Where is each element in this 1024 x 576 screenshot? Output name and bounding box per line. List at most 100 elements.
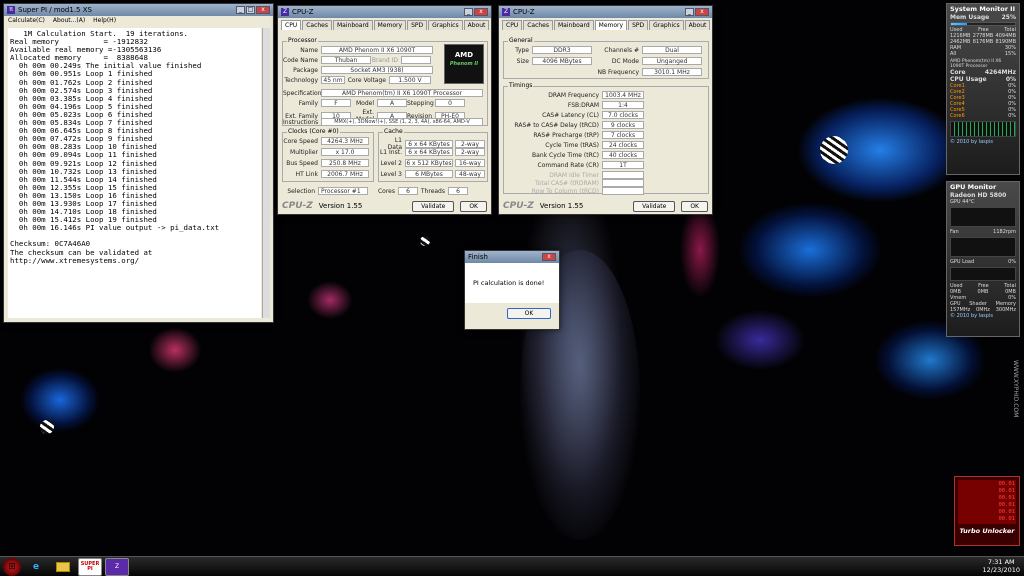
menu-calculate[interactable]: Calculate(C) xyxy=(8,17,45,24)
dram-frequency-value: 1003.4 MHz xyxy=(602,91,644,99)
cpuz-logo: CPU-Z xyxy=(503,201,534,211)
menu-about[interactable]: About...(A) xyxy=(53,17,85,24)
taskbar: ⊞ e SUPER PI Z 7:31 AM 12/23/2010 xyxy=(0,556,1024,576)
tab-graphics[interactable]: Graphics xyxy=(428,20,463,30)
wallpaper-striped-ball-small xyxy=(40,420,54,434)
mem-usage-bar xyxy=(950,22,1016,26)
turbo-unlocker-gadget[interactable]: 00.01 00.01 00.01 00.01 00.01 00.01 Turbo Unl… xyxy=(954,476,1020,546)
minimize-button[interactable]: _ xyxy=(464,8,473,16)
tab-caches[interactable]: Caches xyxy=(302,20,332,30)
superpi-app-icon: π xyxy=(7,6,15,14)
tab-mainboard[interactable]: Mainboard xyxy=(554,20,594,30)
close-button[interactable]: x xyxy=(474,8,488,16)
turbo-unlocker-label: Turbo Unlocker xyxy=(959,527,1015,535)
superpi-output-console[interactable]: 1M Calculation Start. 19 iterations. Rea… xyxy=(8,28,261,318)
specification-value: AMD Phenom(tm) II X6 1090T Processor xyxy=(321,89,483,97)
ok-button[interactable]: OK xyxy=(460,200,487,212)
cache-group: Cache L1 Data 6 x 64 KBytes 2-way L1 Inst.… xyxy=(378,128,488,182)
cpuz-icon[interactable]: Z xyxy=(105,557,129,576)
close-button[interactable]: x xyxy=(542,253,556,261)
system-monitor-gadget[interactable]: System Monitor II Mem Usage 25% Used Free T… xyxy=(946,3,1020,175)
tab-memory[interactable]: Memory xyxy=(594,20,628,30)
bus-speed-value: 250.8 MHz xyxy=(321,159,369,167)
close-button[interactable]: x xyxy=(695,8,709,16)
instructions-value: MMX(+), 3DNow!(+), SSE (1, 2, 3, 4A), x8… xyxy=(321,118,483,126)
general-group: General Type DDR3 Channels # Dual Size 4096 … xyxy=(503,37,709,79)
vmem-graph xyxy=(950,267,1016,281)
processor-selection-dropdown[interactable]: Processor #1 xyxy=(318,187,368,195)
fan-graph xyxy=(950,207,1016,227)
wallpaper-striped-ball-small xyxy=(420,236,430,246)
gpu-load-graph xyxy=(950,237,1016,257)
gpu-name: Radeon HD 5800 xyxy=(950,192,1007,199)
menu-help[interactable]: Help(H) xyxy=(93,17,116,24)
wallpaper-side-text: WWW.XYPHID.COM xyxy=(1012,360,1019,418)
memory-size-value: 4096 MBytes xyxy=(532,57,592,65)
tab-spd[interactable]: SPD xyxy=(628,20,649,30)
system-clock[interactable]: 7:31 AM 12/23/2010 xyxy=(983,558,1020,574)
cpuz-logo: CPU-Z xyxy=(282,201,313,211)
cpu-name-value: AMD Phenom II X6 1090T xyxy=(321,46,433,54)
gpu-monitor-gadget[interactable]: GPU Monitor Radeon HD 5800 GPU 44°C Fan 1… xyxy=(946,181,1020,337)
cpuz-cpu-window[interactable]: Z CPU-Z _ x CPU Caches Mainboard Memory S… xyxy=(277,5,492,215)
mem-usage-value: 25% xyxy=(1001,14,1016,21)
gpumon-title: GPU Monitor xyxy=(950,183,997,191)
superpi-title: Super PI / mod1.5 XS xyxy=(18,6,92,14)
ht-link-value: 2006.7 MHz xyxy=(321,170,369,178)
tab-cpu[interactable]: CPU xyxy=(502,20,523,30)
windows-start-icon[interactable]: ⊞ xyxy=(3,557,21,576)
channels-value: Dual xyxy=(642,46,702,54)
core-speed-value: 4264.3 MHz xyxy=(321,137,369,145)
package-value: Socket AM3 (938) xyxy=(321,66,433,74)
finish-dialog[interactable]: Finish x PI calculation is done! OK xyxy=(464,250,560,330)
minimize-button[interactable]: _ xyxy=(236,6,245,14)
processor-group: Processor Name AMD Phenom II X6 1090T Cod… xyxy=(282,37,488,126)
cpuz-titlebar[interactable]: Z CPU-Z _ x xyxy=(499,6,712,18)
validate-button[interactable]: Validate xyxy=(412,200,455,212)
clocks-group: Clocks (Core #0) Core Speed 4264.3 MHz Mu… xyxy=(282,128,374,182)
tab-mainboard[interactable]: Mainboard xyxy=(333,20,373,30)
technology-value: 45 nm xyxy=(321,76,345,84)
core-voltage-value: 1.500 V xyxy=(389,76,431,84)
cpuz-memory-window[interactable]: Z CPU-Z _ x CPU Caches Mainboard Memory S… xyxy=(498,5,713,215)
cpuz-app-icon: Z xyxy=(502,8,510,16)
tab-caches[interactable]: Caches xyxy=(523,20,553,30)
validate-button[interactable]: Validate xyxy=(633,200,676,212)
dialog-title: Finish xyxy=(468,253,488,261)
sysmon-title: System Monitor II xyxy=(950,5,1016,13)
dialog-titlebar[interactable]: Finish x xyxy=(465,251,559,263)
tab-about[interactable]: About xyxy=(684,20,711,30)
tab-graphics[interactable]: Graphics xyxy=(649,20,684,30)
cpuz-titlebar[interactable]: Z CPU-Z _ x xyxy=(278,6,491,18)
cpuz-tabs: CPU Caches Mainboard Memory SPD Graphics… xyxy=(499,18,712,30)
cpuz-tabs: CPU Caches Mainboard Memory SPD Graphics… xyxy=(278,18,491,30)
dialog-ok-button[interactable]: OK xyxy=(507,308,551,319)
tab-spd[interactable]: SPD xyxy=(407,20,428,30)
explorer-icon[interactable] xyxy=(51,558,75,576)
ie-icon[interactable]: e xyxy=(24,558,48,576)
superpi-scrollbar[interactable] xyxy=(262,28,270,318)
core-list: Core1 0% Core2 0% Core3 0% Core4 0% Core5 0% … xyxy=(950,83,1016,119)
dc-mode-value: Unganged xyxy=(642,57,702,65)
dialog-message: PI calculation is done! xyxy=(465,263,559,303)
cpuz-version: Version 1.55 xyxy=(318,202,363,210)
cpuz-footer: CPU-Z Version 1.55 Validate OK xyxy=(282,200,487,212)
ok-button[interactable]: OK xyxy=(681,200,708,212)
superpi-menubar: Calculate(C) About...(A) Help(H) xyxy=(4,16,273,25)
maximize-button[interactable]: □ xyxy=(246,6,255,14)
cpuz-title: CPU-Z xyxy=(513,8,535,16)
cores-value: 6 xyxy=(398,187,418,195)
superpi-titlebar[interactable]: π Super PI / mod1.5 XS _ □ x xyxy=(4,4,273,16)
amd-phenom-logo: AMD Phenom II xyxy=(444,44,484,84)
close-button[interactable]: x xyxy=(256,6,270,14)
minimize-button[interactable]: _ xyxy=(685,8,694,16)
tab-about[interactable]: About xyxy=(463,20,490,30)
tab-memory[interactable]: Memory xyxy=(373,20,407,30)
tab-cpu[interactable]: CPU xyxy=(281,20,302,30)
cpuz-footer: CPU-Z Version 1.55 Validate OK xyxy=(503,200,708,212)
cpuz-title: CPU-Z xyxy=(292,8,314,16)
superpi-icon[interactable]: SUPER PI xyxy=(78,557,102,576)
multiplier-value: x 17.0 xyxy=(321,148,369,156)
cpuz-version: Version 1.55 xyxy=(539,202,584,210)
superpi-window[interactable]: π Super PI / mod1.5 XS _ □ x Calculate(C) … xyxy=(3,3,274,323)
